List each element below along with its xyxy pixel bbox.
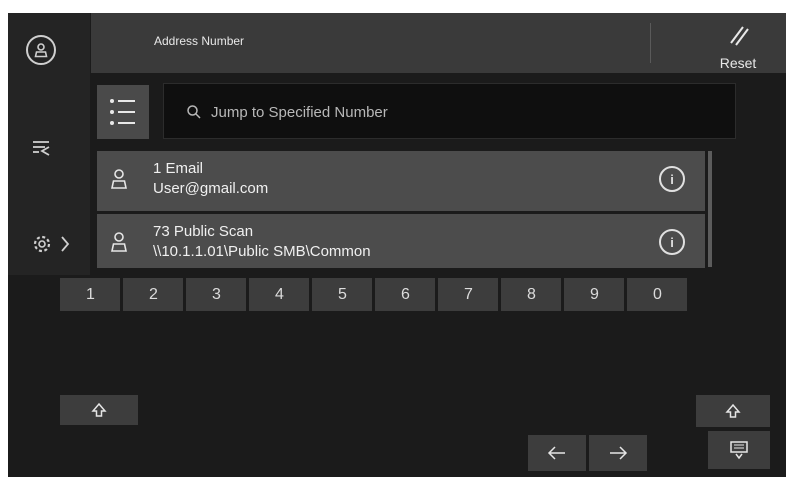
left-rail [8, 13, 90, 275]
key-7[interactable]: 7 [438, 278, 498, 311]
list-scrollbar[interactable] [708, 151, 712, 267]
reset-label: Reset [719, 55, 757, 71]
list-item[interactable]: 1 Email User@gmail.com i [97, 151, 705, 211]
search-placeholder: Jump to Specified Number [211, 104, 388, 121]
key-3[interactable]: 3 [186, 278, 246, 311]
chevron-right-icon [61, 236, 70, 252]
key-5[interactable]: 5 [312, 278, 372, 311]
user-icon [34, 43, 48, 58]
address-transfer-icon [33, 141, 50, 156]
page-title: Address Number [154, 34, 245, 48]
entry-name: 73 Public Scan [153, 223, 254, 240]
header-divider [650, 23, 651, 63]
info-icon[interactable]: i [659, 229, 685, 255]
user-icon [111, 232, 127, 252]
key-8[interactable]: 8 [501, 278, 561, 311]
list-view-button[interactable] [97, 85, 149, 139]
keyboard-hide-icon [730, 441, 748, 460]
reset-button[interactable]: Reset [703, 17, 773, 71]
arrow-right-icon [610, 446, 628, 460]
key-9[interactable]: 9 [564, 278, 624, 311]
key-6[interactable]: 6 [375, 278, 435, 311]
cursor-left-key[interactable] [528, 435, 586, 471]
entry-address: \\10.1.1.01\Public SMB\Common [153, 243, 371, 260]
key-0[interactable]: 0 [627, 278, 687, 311]
search-icon [187, 105, 201, 119]
arrow-left-icon [547, 446, 565, 460]
shift-up-icon [725, 403, 741, 418]
cursor-right-key[interactable] [589, 435, 647, 471]
jump-to-number-input[interactable]: Jump to Specified Number [163, 83, 736, 139]
entry-address: User@gmail.com [153, 180, 269, 197]
shift-right-key[interactable] [696, 395, 770, 427]
reset-icon [730, 26, 749, 46]
key-2[interactable]: 2 [123, 278, 183, 311]
header-bar: Address Number Reset [91, 13, 786, 73]
shift-up-icon [91, 402, 107, 417]
list-item[interactable]: 73 Public Scan \\10.1.1.01\Public SMB\Co… [97, 214, 705, 268]
entry-name: 1 Email [153, 160, 204, 177]
address-transfer-button[interactable] [24, 133, 58, 163]
user-icon [111, 169, 127, 189]
user-login-button[interactable] [26, 35, 56, 65]
hide-keyboard-key[interactable] [708, 431, 770, 469]
gear-icon [33, 235, 51, 253]
settings-button[interactable] [26, 229, 78, 259]
info-icon[interactable]: i [659, 166, 685, 192]
shift-left-key[interactable] [60, 395, 138, 425]
list-icon [110, 99, 135, 125]
address-book-screen: Address Number Reset Jump to Specified N… [8, 13, 786, 477]
key-4[interactable]: 4 [249, 278, 309, 311]
key-1[interactable]: 1 [60, 278, 120, 311]
